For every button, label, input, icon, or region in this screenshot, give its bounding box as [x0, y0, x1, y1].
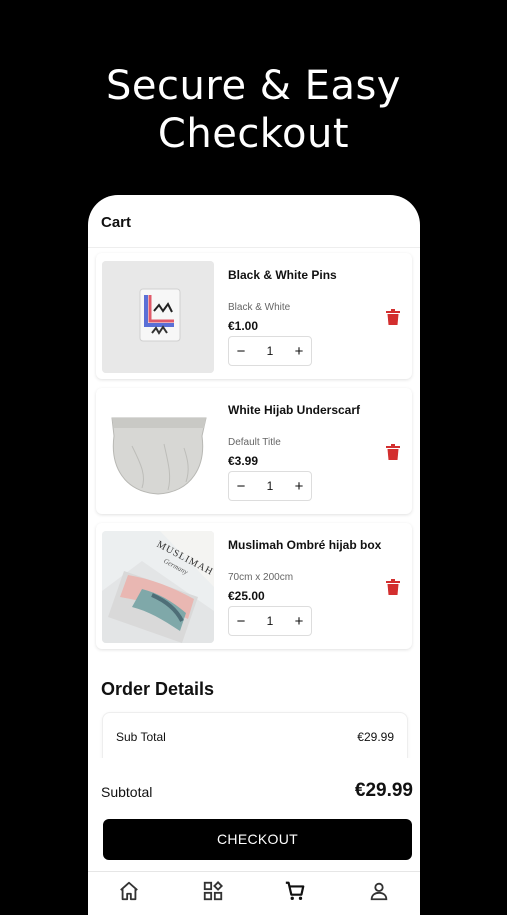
delete-icon[interactable] [386, 579, 400, 595]
increase-button[interactable]: + [287, 613, 311, 630]
cart-icon[interactable] [284, 880, 306, 902]
delete-icon[interactable] [386, 444, 400, 460]
hero-line-1: Secure & Easy [106, 63, 401, 109]
increase-button[interactable]: + [287, 478, 311, 495]
decrease-button[interactable]: − [229, 478, 253, 495]
product-image-pins[interactable] [102, 261, 214, 373]
subtotal-row-value: €29.99 [357, 730, 394, 744]
hero-line-2: Checkout [157, 111, 350, 157]
item-name[interactable]: White Hijab Underscarf [228, 403, 360, 417]
hero-heading: Secure & Easy Checkout [0, 62, 507, 158]
checkout-bar: Subtotal €29.99 CHECKOUT [88, 758, 420, 915]
increase-button[interactable]: + [287, 343, 311, 360]
page-title: Cart [101, 214, 132, 231]
quantity-stepper: − 1 + [228, 606, 312, 636]
product-image-hijab-box[interactable]: MUSLIMAH Germany [102, 531, 214, 643]
item-price: €1.00 [228, 319, 259, 333]
quantity-stepper: − 1 + [228, 336, 312, 366]
decrease-button[interactable]: − [229, 613, 253, 630]
delete-icon[interactable] [386, 309, 400, 325]
profile-icon[interactable] [368, 880, 390, 902]
item-price: €3.99 [228, 454, 259, 468]
categories-icon[interactable] [202, 880, 224, 902]
item-name[interactable]: Muslimah Ombré hijab box [228, 538, 381, 552]
product-image-underscarf[interactable] [102, 396, 214, 508]
item-price: €25.00 [228, 589, 265, 603]
quantity-stepper: − 1 + [228, 471, 312, 501]
bottom-tab-bar [88, 871, 420, 915]
quantity-value: 1 [266, 479, 274, 493]
phone-screen: Cart Black & White Pins Black & White €1… [88, 195, 420, 915]
subtotal-row-label: Sub Total [116, 730, 166, 744]
item-variant: 70cm x 200cm [228, 572, 294, 583]
home-icon[interactable] [118, 880, 140, 902]
item-name[interactable]: Black & White Pins [228, 268, 337, 282]
item-variant: Black & White [228, 302, 291, 313]
total-value: €29.99 [354, 780, 413, 801]
cart-item: Black & White Pins Black & White €1.00 −… [96, 253, 412, 379]
cart-item: MUSLIMAH Germany Muslimah Ombré hijab bo… [96, 523, 412, 649]
cart-item: White Hijab Underscarf Default Title €3.… [96, 388, 412, 514]
cart-header: Cart [88, 195, 420, 248]
total-label: Subtotal [101, 784, 153, 800]
item-variant: Default Title [228, 437, 281, 448]
decrease-button[interactable]: − [229, 343, 253, 360]
quantity-value: 1 [266, 614, 274, 628]
checkout-button[interactable]: CHECKOUT [103, 819, 412, 860]
quantity-value: 1 [266, 344, 274, 358]
order-details-heading: Order Details [101, 679, 215, 699]
